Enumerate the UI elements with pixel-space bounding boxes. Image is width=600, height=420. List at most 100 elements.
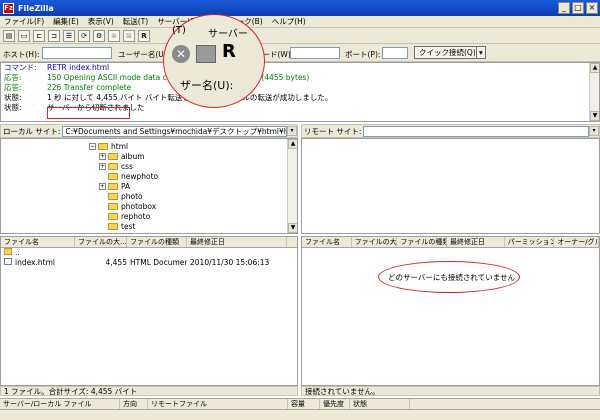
cell-text: index.html	[15, 258, 55, 267]
filezilla-icon: Fz	[3, 2, 14, 14]
close-button[interactable]: ×	[586, 2, 598, 14]
host-input[interactable]	[42, 47, 112, 59]
tree-folder-css[interactable]: + css	[99, 161, 133, 171]
toggle-queue-icon[interactable]: ☰	[63, 29, 75, 42]
collapse-icon[interactable]: −	[89, 142, 96, 150]
remote-status: 接続されていません。	[301, 386, 600, 396]
col-modified[interactable]: 最終修正日	[447, 237, 505, 247]
remote-path-input[interactable]	[363, 125, 589, 137]
col-filename[interactable]: ファイル名	[1, 237, 75, 247]
col-remote-file[interactable]: リモートファイル	[148, 399, 288, 409]
tree-folder-label: photobox	[121, 201, 157, 211]
tree-folder-html[interactable]: − html	[89, 141, 128, 151]
folder-icon	[108, 152, 118, 160]
local-path-input[interactable]: C:¥Documents and Settings¥mochida¥デスクトップ…	[62, 125, 287, 137]
local-file-list: ファイル名 ファイルの大... ファイルの種類 最終修正日 .. index.ht…	[0, 236, 298, 386]
scroll-up-icon[interactable]: ▲	[288, 139, 297, 149]
expand-icon[interactable]: +	[99, 162, 106, 170]
scroll-down-icon[interactable]: ▼	[288, 223, 297, 233]
col-filetype[interactable]: ファイルの種類	[397, 237, 448, 247]
tree-folder-label: newphoto	[121, 171, 159, 181]
cell-text: 2010/11/30 15:06:13	[190, 258, 270, 267]
quickconnect-bar: ホスト(H): ユーザー名(U): パスワード(W): ポート(P): クイック…	[0, 44, 600, 62]
folder-icon	[108, 202, 118, 210]
col-filesize[interactable]: ファイルの大...	[75, 237, 127, 247]
table-row[interactable]: ..	[1, 248, 297, 258]
col-server-local-file[interactable]: サーバー/ローカル ファイル	[0, 399, 120, 409]
tree-folder-album[interactable]: + album	[99, 151, 145, 161]
expand-icon[interactable]: +	[99, 152, 106, 160]
zoom-menu-title: サーバー	[208, 29, 248, 40]
cancel-icon[interactable]: ⊗	[108, 29, 120, 42]
col-permissions[interactable]: パーミッション	[505, 237, 555, 247]
tree-folder-test[interactable]: test	[99, 221, 135, 231]
log-scrollbar[interactable]: ▲ ▼	[589, 63, 599, 121]
tree-folder-label: rephoto	[121, 211, 151, 221]
cell-text: 4,455	[105, 258, 127, 267]
site-manager-icon[interactable]: ▤	[3, 29, 15, 42]
cell-name: ..	[1, 248, 75, 258]
tree-folder-photobox[interactable]: photobox	[99, 201, 156, 211]
local-path-dropdown[interactable]: ▾	[287, 126, 297, 136]
menu-file[interactable]: ファイル(F)	[4, 16, 44, 27]
disconnect-icon[interactable]: ⊠	[123, 29, 135, 42]
toggle-remote-tree-icon[interactable]: ⊐	[48, 29, 60, 42]
quickconnect-button[interactable]: クイック接続(Q)	[414, 46, 481, 59]
expand-icon[interactable]: +	[99, 182, 106, 190]
reconnect-icon[interactable]: R	[138, 29, 150, 42]
cell-size	[75, 248, 127, 258]
tree-folder-newphoto[interactable]: newphoto	[99, 171, 158, 181]
col-size[interactable]: 容量	[288, 399, 320, 409]
zoom-caption: ザー名(U):	[180, 79, 234, 92]
menu-view[interactable]: 表示(V)	[88, 16, 114, 27]
cell-modified: 2010/11/30 15:06:13	[187, 258, 287, 268]
quickconnect-dropdown[interactable]: ▾	[476, 46, 486, 59]
cell-text: HTML Document	[130, 258, 187, 267]
remote-path-dropdown[interactable]: ▾	[589, 126, 599, 136]
menu-transfer[interactable]: 転送(T)	[123, 16, 148, 27]
tree-folder-label: html	[111, 141, 129, 151]
minimize-button[interactable]: _	[558, 2, 570, 14]
process-queue-icon[interactable]: ⚙	[93, 29, 105, 42]
log-text: 226 Transfer complete	[47, 83, 132, 92]
zoom-cancel-icon: ✕	[172, 45, 190, 63]
folder-icon	[98, 142, 108, 150]
remote-site-label: リモート サイト:	[304, 126, 362, 136]
title-bar: Fz FileZilla _ □ ×	[0, 0, 600, 16]
local-directory-tree: − html + album + css newphoto + PA photo photobox r…	[0, 138, 298, 234]
cell-name: index.html	[1, 258, 75, 268]
col-modified[interactable]: 最終修正日	[187, 237, 287, 247]
tree-folder-photo[interactable]: photo	[99, 191, 143, 201]
password-input[interactable]	[290, 47, 340, 59]
toolbar: ▤ ▭ ⊏ ⊐ ☰ ⟳ ⚙ ⊗ ⊠ R	[0, 28, 600, 44]
menu-edit[interactable]: 編集(E)	[53, 16, 79, 27]
table-row[interactable]: index.html 4,455 HTML Document 2010/11/30 1…	[1, 258, 297, 268]
local-tree-scrollbar[interactable]: ▲ ▼	[287, 139, 297, 233]
cell-size: 4,455	[75, 258, 127, 268]
col-priority[interactable]: 優先度	[320, 399, 350, 409]
log-text: RETR index.html	[47, 63, 110, 72]
col-status[interactable]: 状態	[350, 399, 410, 409]
scroll-up-icon[interactable]: ▲	[590, 63, 599, 73]
maximize-button[interactable]: □	[572, 2, 584, 14]
toggle-local-tree-icon[interactable]: ⊏	[33, 29, 45, 42]
tree-folder-PA[interactable]: + PA	[99, 181, 130, 191]
tree-folder-rephoto[interactable]: rephoto	[99, 211, 150, 221]
port-input[interactable]	[382, 47, 408, 59]
col-filesize[interactable]: ファイルの大...	[352, 237, 398, 247]
scroll-down-icon[interactable]: ▼	[590, 111, 599, 121]
col-filename[interactable]: ファイル名	[302, 237, 352, 247]
log-row: コマンド: RETR index.html	[1, 63, 599, 73]
port-label: ポート(P):	[345, 50, 381, 59]
log-row: 状態:1 秒 に対して 4,455 バイト バイト転送しました。ファイルの転送が…	[1, 93, 599, 103]
menu-help[interactable]: ヘルプ(H)	[272, 16, 306, 27]
col-owner[interactable]: オーナー/グル	[554, 237, 599, 247]
refresh-icon[interactable]: ⟳	[78, 29, 90, 42]
toggle-log-icon[interactable]: ▭	[18, 29, 30, 42]
zoom-disconnect-icon	[196, 45, 216, 63]
file-icon	[4, 258, 12, 265]
col-filetype[interactable]: ファイルの種類	[127, 237, 187, 247]
col-direction[interactable]: 方向	[120, 399, 148, 409]
log-row: 応答:150 Opening ASCII mode data connectio…	[1, 73, 599, 83]
log-kind: コマンド:	[4, 63, 37, 72]
